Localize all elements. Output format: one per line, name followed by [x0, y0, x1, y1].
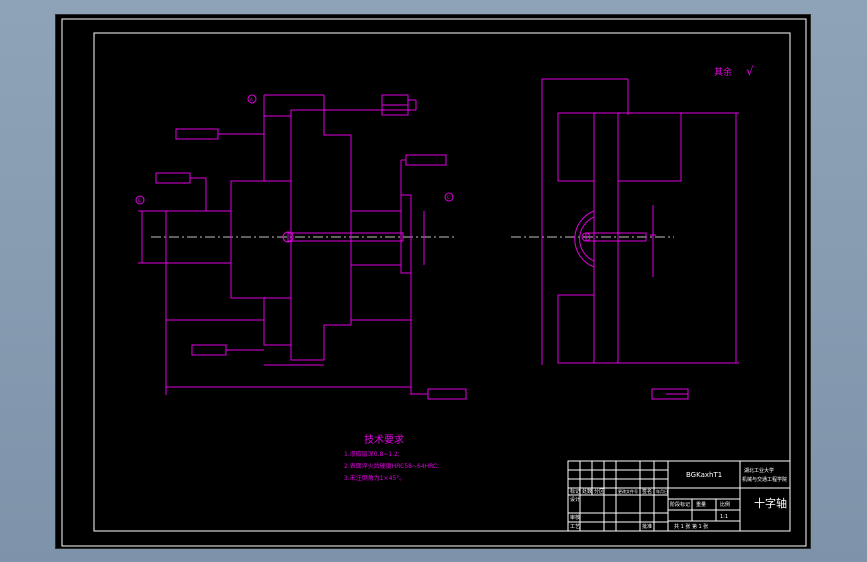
tb-header-doc: 更改文件号 [618, 488, 638, 494]
tb-header-mark: 标记 [570, 488, 580, 495]
tb-school-line2: 机械与交通工程学院 [742, 476, 787, 483]
tb-part-name: 十字轴 [754, 496, 787, 510]
tb-header-date: 年月日 [656, 488, 668, 494]
surface-finish-symbol: √ [746, 64, 754, 78]
section-view: A B C [135, 94, 467, 400]
drawing-sheet: A B C 其余 √ 技术要求 1.渗碳层深0.8~1.2; 2.表面淬火后硬度… [55, 14, 811, 549]
cad-drawing: A B C 其余 √ 技术要求 1.渗碳层深0.8~1.2; 2.表面淬火后硬度… [61, 18, 807, 547]
tb-drawing-number: BGKaxhT1 [686, 471, 722, 479]
datum-label-c: C [447, 195, 450, 200]
title-block: 标记 处数 分区 更改文件号 签名 年月日 设计 审核 工艺 批准 BGKaxh… [567, 460, 791, 532]
tb-stage-label: 阶段标记 [670, 501, 690, 508]
hatched-section [290, 109, 402, 361]
tb-role-approve: 批准 [642, 523, 652, 530]
surface-finish-note: 其余 √ [714, 64, 754, 78]
surface-finish-label: 其余 [714, 66, 732, 78]
tb-role-process: 工艺 [570, 524, 580, 530]
tb-role-review: 审核 [570, 514, 580, 521]
tech-req-item: 2.表面淬火后硬度HRC58~64HRC; [344, 462, 439, 470]
tech-req-item: 3.未注倒角为1×45°。 [344, 474, 405, 482]
tech-req-heading: 技术要求 [364, 433, 404, 446]
tb-sheet-info: 共 1 张 第 1 张 [674, 523, 708, 530]
tb-scale-value: 1:1 [720, 514, 728, 520]
tb-header-sign: 签名 [642, 488, 652, 495]
side-view [511, 78, 739, 400]
tb-role-design: 设计 [570, 496, 580, 503]
datum-label-a: A [250, 97, 253, 102]
tb-school-line1: 湖北工业大学 [744, 467, 774, 474]
technical-requirements: 技术要求 1.渗碳层深0.8~1.2; 2.表面淬火后硬度HRC58~64HRC… [344, 433, 439, 482]
tech-req-item: 1.渗碳层深0.8~1.2; [344, 450, 400, 458]
tb-header-zone: 分区 [594, 488, 604, 495]
tb-weight-label: 重量 [696, 501, 706, 508]
tb-header-count: 处数 [582, 488, 592, 495]
datum-label-b: B [138, 198, 141, 203]
tb-scale-label: 比例 [720, 501, 730, 508]
drawing-border [93, 32, 791, 532]
